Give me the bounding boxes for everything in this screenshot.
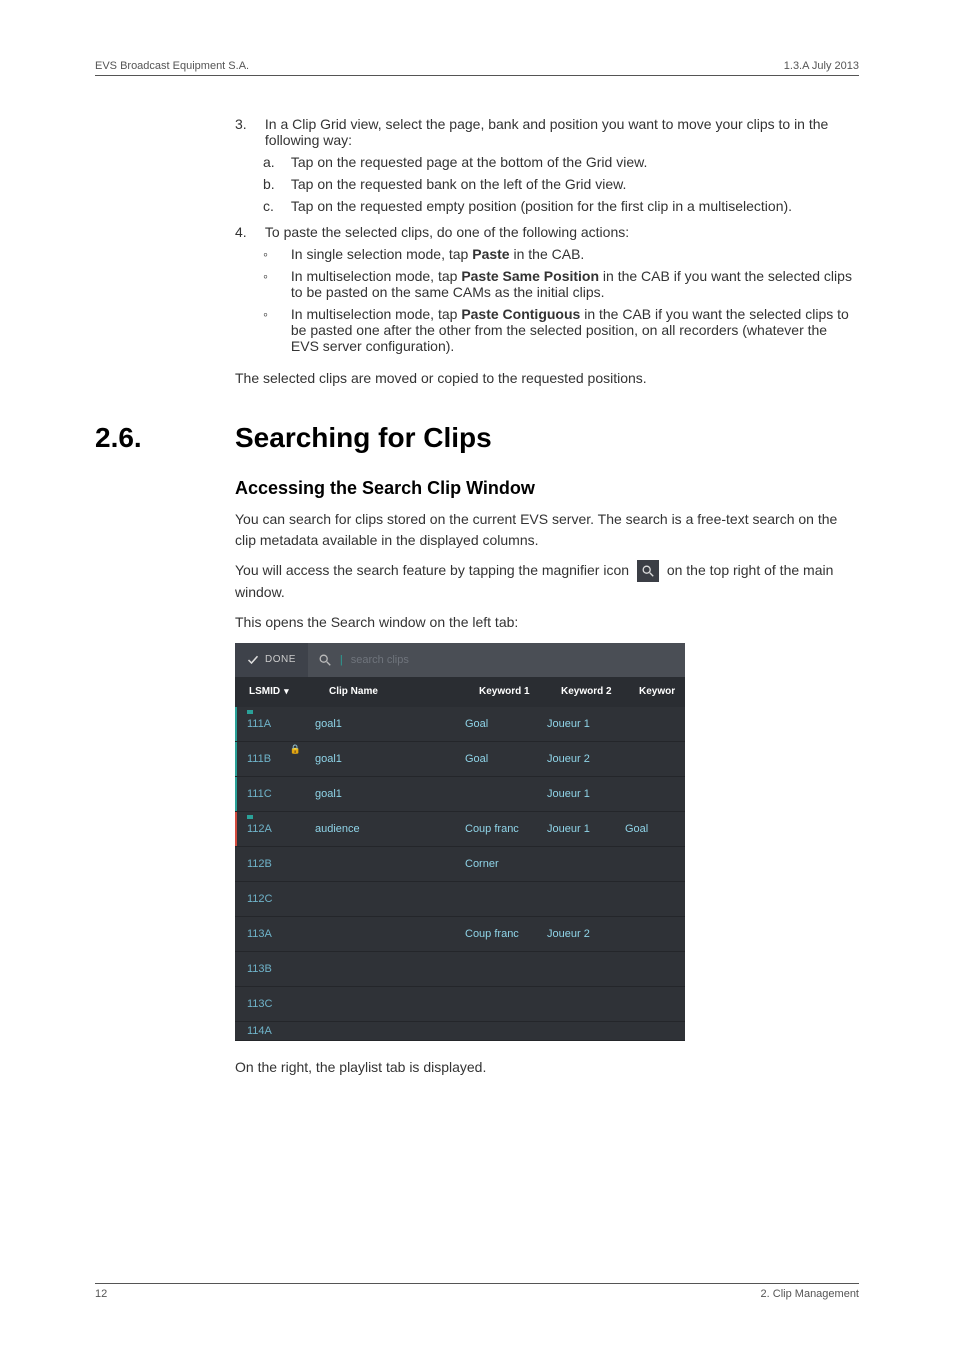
bullet-icon: ◦ [263,268,287,284]
section-title: Searching for Clips [235,422,492,454]
header-left: EVS Broadcast Equipment S.A. [95,60,249,72]
step-3c-text: Tap on the requested empty position (pos… [291,198,859,214]
step-4-bullet-2: ◦ In multiselection mode, tap Paste Same… [263,268,859,300]
lsmid-cell: 111C [235,777,315,811]
keyword-1-cell: Goal [465,753,547,765]
step-4-bullet-1: ◦ In single selection mode, tap Paste in… [263,246,859,262]
search-placeholder: search clips [351,654,409,666]
step-4-bullet-3: ◦ In multiselection mode, tap Paste Cont… [263,306,859,354]
step-4-text: To paste the selected clips, do one of t… [265,224,859,240]
clip-name-cell: audience [315,823,465,835]
col-keyword-2[interactable]: Keyword 2 [561,686,639,697]
step-3a-text: Tap on the requested page at the bottom … [291,154,859,170]
done-label: DONE [265,654,296,665]
step-4: 4. To paste the selected clips, do one o… [235,224,859,240]
clip-name-cell: goal1 [315,788,465,800]
para-1: You can search for clips stored on the c… [235,509,859,550]
lsmid-cell: 113A [235,917,315,951]
keyword-2-cell: Joueur 2 [547,753,625,765]
keyword-1-cell: Corner [465,858,547,870]
step-3: 3. In a Clip Grid view, select the page,… [235,116,859,148]
keyword-1-cell: Goal [465,718,547,730]
keyword-3-cell: Goal [625,823,685,835]
para-3: This opens the Search window on the left… [235,612,859,632]
search-field[interactable]: | search clips [308,653,685,667]
search-window: DONE | search clips LSMID ▾ Clip Name Ke… [235,643,685,1041]
lsmid-cell: 113C [235,987,315,1021]
bullet-icon: ◦ [263,246,287,262]
lsmid-cell: 112C [235,882,315,916]
step-result: The selected clips are moved or copied t… [235,368,859,388]
check-icon [247,654,259,666]
lock-icon: 🔒 [290,744,301,755]
para-2: You will access the search feature by ta… [235,560,859,603]
table-row[interactable]: 111Agoal1GoalJoueur 1 [235,707,685,742]
footer-chapter: 2. Clip Management [761,1288,859,1300]
page-footer: 12 2. Clip Management [95,1283,859,1300]
lsmid-cell: 113B [235,952,315,986]
chevron-down-icon: ▾ [284,686,289,697]
col-lsmid[interactable]: LSMID ▾ [235,686,329,697]
search-rows: 111Agoal1GoalJoueur 1🔒111Bgoal1GoalJoueu… [235,707,685,1041]
table-row[interactable]: 113A Coup francJoueur 2 [235,917,685,952]
bullet-icon: ◦ [263,306,287,322]
col-keyword-3[interactable]: Keywor [639,686,685,697]
step-3-text: In a Clip Grid view, select the page, ba… [265,116,859,148]
table-row[interactable]: 113C [235,987,685,1022]
para-4: On the right, the playlist tab is displa… [235,1057,859,1077]
step-3b: b. Tap on the requested bank on the left… [263,176,859,192]
keyword-1-cell: Coup franc [465,928,547,940]
footer-page-num: 12 [95,1288,107,1300]
table-row[interactable]: 112AaudienceCoup francJoueur 1Goal [235,812,685,847]
header-right: 1.3.A July 2013 [784,60,859,72]
step-3b-text: Tap on the requested bank on the left of… [291,176,859,192]
search-topbar: DONE | search clips [235,643,685,677]
step-4-num: 4. [235,224,261,240]
lsmid-cell: 🔒111B [235,742,315,776]
table-row[interactable]: 113B [235,952,685,987]
table-row[interactable]: 111Cgoal1 Joueur 1 [235,777,685,812]
col-keyword-1[interactable]: Keyword 1 [479,686,561,697]
clip-name-cell: goal1 [315,718,465,730]
table-row[interactable]: 112C [235,882,685,917]
lsmid-cell: 112A [235,812,315,846]
keyword-2-cell: Joueur 2 [547,928,625,940]
keyword-2-cell: Joueur 1 [547,788,625,800]
page-header: EVS Broadcast Equipment S.A. 1.3.A July … [95,60,859,76]
step-3c-num: c. [263,198,287,214]
search-icon [318,653,332,667]
table-row[interactable]: 112B Corner [235,847,685,882]
lsmid-cell: 112B [235,847,315,881]
lsmid-cell: 114A [235,1022,315,1040]
lsmid-cell: 111A [235,707,315,741]
keyword-2-cell: Joueur 1 [547,823,625,835]
section-number: 2.6. [95,422,235,454]
step-3-num: 3. [235,116,261,132]
flag-icon [247,815,253,819]
table-row[interactable]: 114A [235,1022,685,1041]
step-3c: c. Tap on the requested empty position (… [263,198,859,214]
text-cursor: | [340,654,343,666]
step-3b-num: b. [263,176,287,192]
flag-icon [247,710,253,714]
keyword-2-cell: Joueur 1 [547,718,625,730]
subsection-heading: Accessing the Search Clip Window [235,478,859,499]
magnifier-icon [637,560,659,582]
keyword-1-cell: Coup franc [465,823,547,835]
table-row[interactable]: 🔒111Bgoal1GoalJoueur 2 [235,742,685,777]
done-button[interactable]: DONE [235,643,308,677]
section-heading-row: 2.6. Searching for Clips [95,422,859,454]
clip-name-cell: goal1 [315,753,465,765]
col-clip-name[interactable]: Clip Name [329,686,479,697]
step-3a: a. Tap on the requested page at the bott… [263,154,859,170]
step-3a-num: a. [263,154,287,170]
search-columns-header: LSMID ▾ Clip Name Keyword 1 Keyword 2 Ke… [235,677,685,707]
